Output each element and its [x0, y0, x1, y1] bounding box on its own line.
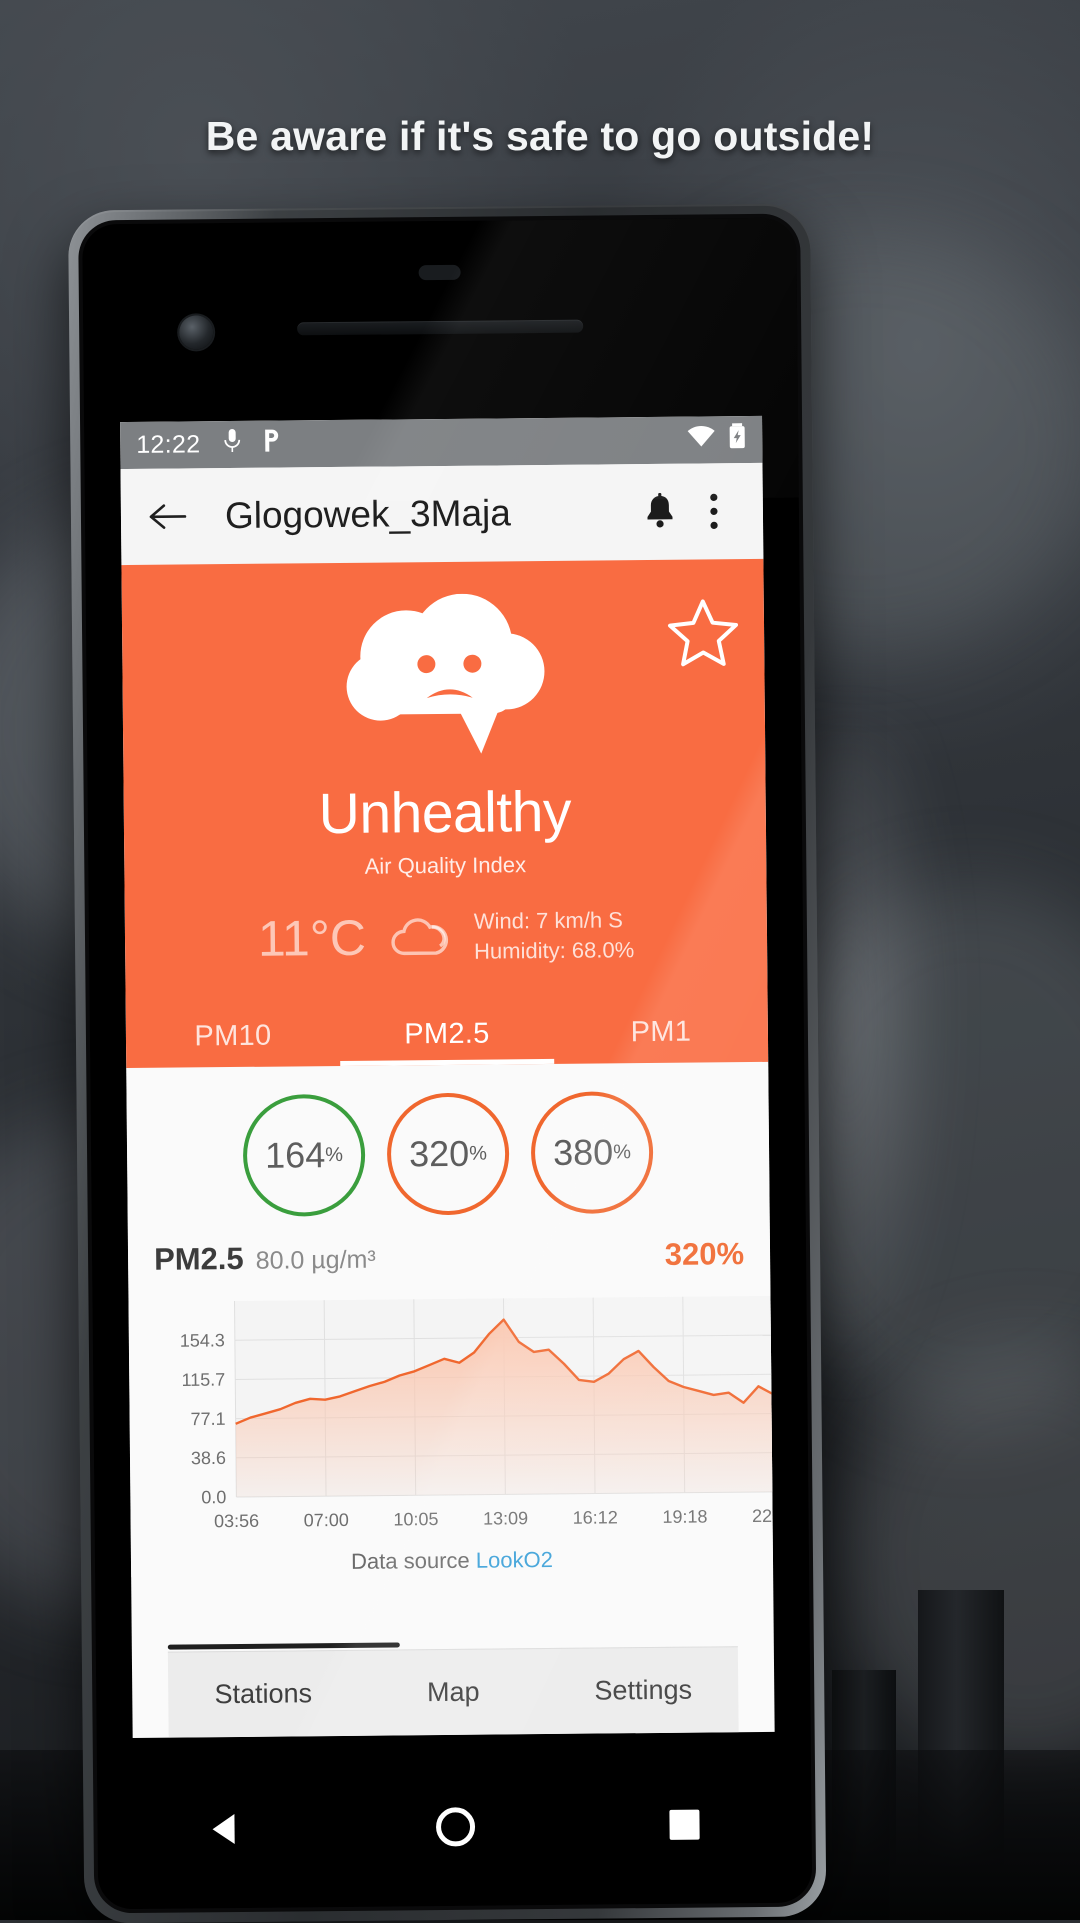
system-navigation-bar: [110, 1762, 799, 1896]
svg-text:10:05: 10:05: [393, 1509, 438, 1529]
percent-value: 320: [408, 1133, 470, 1175]
page-title: Glogowek_3Maja: [224, 492, 512, 537]
phone-mockup: 12:22 Glogowek_3Maja Unhealthy Air Quali…: [68, 203, 827, 1923]
microphone-icon: [222, 428, 242, 461]
tab-pm10[interactable]: PM10: [126, 1003, 341, 1068]
svg-text:115.7: 115.7: [181, 1370, 225, 1390]
percent-sign: %: [613, 1141, 632, 1164]
system-back-triangle-icon[interactable]: [204, 1807, 246, 1854]
svg-text:77.1: 77.1: [190, 1409, 225, 1429]
promo-headline: Be aware if it's safe to go outside!: [205, 113, 875, 159]
svg-text:0.0: 0.0: [201, 1487, 226, 1507]
notification-bell-icon[interactable]: [633, 485, 688, 540]
back-arrow-icon[interactable]: [143, 490, 195, 542]
percent-circle-3[interactable]: 380%: [530, 1091, 654, 1215]
aqi-caption: Air Quality Index: [364, 852, 527, 879]
percent-circle-2[interactable]: 320%: [386, 1092, 510, 1216]
pm-history-chart: 154.3 115.7 77.1 38.6 0.0 03:56 07:00 10:05 13:0…: [128, 1274, 775, 1578]
scroll-indicator[interactable]: [167, 1642, 400, 1650]
star-outline-icon[interactable]: [666, 597, 741, 675]
phone-glass: 12:22 Glogowek_3Maja Unhealthy Air Quali…: [82, 217, 813, 1910]
wind-text: Wind: 7 km/h S: [473, 907, 624, 934]
measurement-name: PM2.5: [153, 1241, 244, 1278]
bottom-navigation: Stations Map Settings: [167, 1646, 739, 1738]
chart-canvas: 154.3 115.7 77.1 38.6 0.0 03:56 07:00 10:05 13:0…: [180, 1296, 775, 1532]
humidity-text: Humidity: 68.0%: [473, 936, 635, 964]
phone-screen: 12:22 Glogowek_3Maja Unhealthy Air Quali…: [120, 415, 775, 1739]
svg-text:16:12: 16:12: [573, 1508, 618, 1528]
svg-text:154.3: 154.3: [180, 1331, 225, 1351]
nav-item-settings[interactable]: Settings: [548, 1674, 738, 1707]
chart-source-prefix: Data source: [350, 1548, 476, 1575]
status-bar-clock: 12:22: [136, 430, 201, 459]
measurement-percent: 320%: [664, 1236, 745, 1273]
percent-value: 380: [552, 1131, 614, 1174]
system-home-circle-icon[interactable]: [432, 1803, 478, 1854]
cloudy-icon: [384, 913, 456, 962]
svg-text:07:00: 07:00: [304, 1510, 349, 1530]
svg-text:38.6: 38.6: [191, 1448, 226, 1468]
wifi-icon: [686, 424, 716, 455]
svg-text:03:56: 03:56: [214, 1511, 259, 1531]
svg-text:19:18: 19:18: [662, 1507, 707, 1527]
chart-source-link[interactable]: LookO2: [476, 1547, 553, 1573]
percent-sign: %: [325, 1143, 344, 1167]
percent-sign: %: [469, 1142, 488, 1165]
percent-value: 164: [264, 1134, 326, 1177]
system-recents-square-icon[interactable]: [664, 1804, 704, 1849]
temperature-value: 11°C: [257, 909, 367, 967]
p-app-icon: [260, 428, 282, 461]
status-bar-spacer: [282, 440, 686, 444]
earpiece-speaker: [297, 319, 584, 336]
front-camera-icon: [179, 315, 214, 350]
tab-pm25[interactable]: PM2.5: [340, 1001, 555, 1066]
weather-row: 11°C Wind: 7 km/h S Humidity: 68.0%: [125, 904, 768, 970]
battery-charging-icon: [728, 423, 746, 456]
svg-text:22:21: 22:21: [752, 1506, 775, 1526]
chart-source-note: Data source LookO2: [149, 1545, 755, 1577]
measurement-concentration: 80.0 µg/m³: [255, 1246, 376, 1276]
status-bar: 12:22: [120, 415, 763, 470]
proximity-sensor: [418, 264, 461, 281]
svg-text:13:09: 13:09: [483, 1509, 528, 1529]
more-vertical-icon[interactable]: [687, 484, 742, 539]
app-bar: Glogowek_3Maja: [120, 462, 764, 566]
nav-item-map[interactable]: Map: [358, 1676, 548, 1709]
measurement-header: PM2.5 80.0 µg/m³ 320%: [127, 1222, 771, 1281]
percent-indicators: 164% 320% 380%: [126, 1062, 770, 1229]
aqi-hero-card: Unhealthy Air Quality Index 11°C Wind: 7…: [121, 558, 769, 1069]
nav-item-stations[interactable]: Stations: [168, 1678, 358, 1711]
percent-circle-1[interactable]: 164%: [242, 1094, 366, 1218]
aqi-status-text: Unhealthy: [318, 779, 572, 847]
tab-pm1[interactable]: PM1: [554, 999, 769, 1064]
pollutant-tabs: PM10 PM2.5 PM1: [126, 999, 769, 1068]
weather-details: Wind: 7 km/h S Humidity: 68.0%: [474, 905, 635, 966]
